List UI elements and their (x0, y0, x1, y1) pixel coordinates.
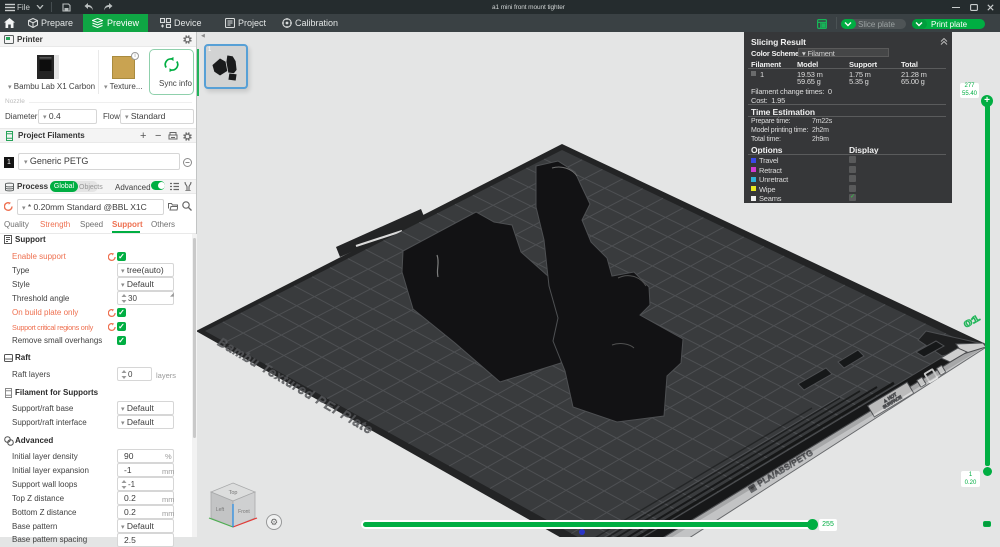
svg-text:Top: Top (229, 490, 238, 496)
svg-text:01: 01 (962, 313, 982, 330)
svg-text:Front: Front (238, 509, 250, 515)
svg-text:Left: Left (216, 507, 225, 513)
